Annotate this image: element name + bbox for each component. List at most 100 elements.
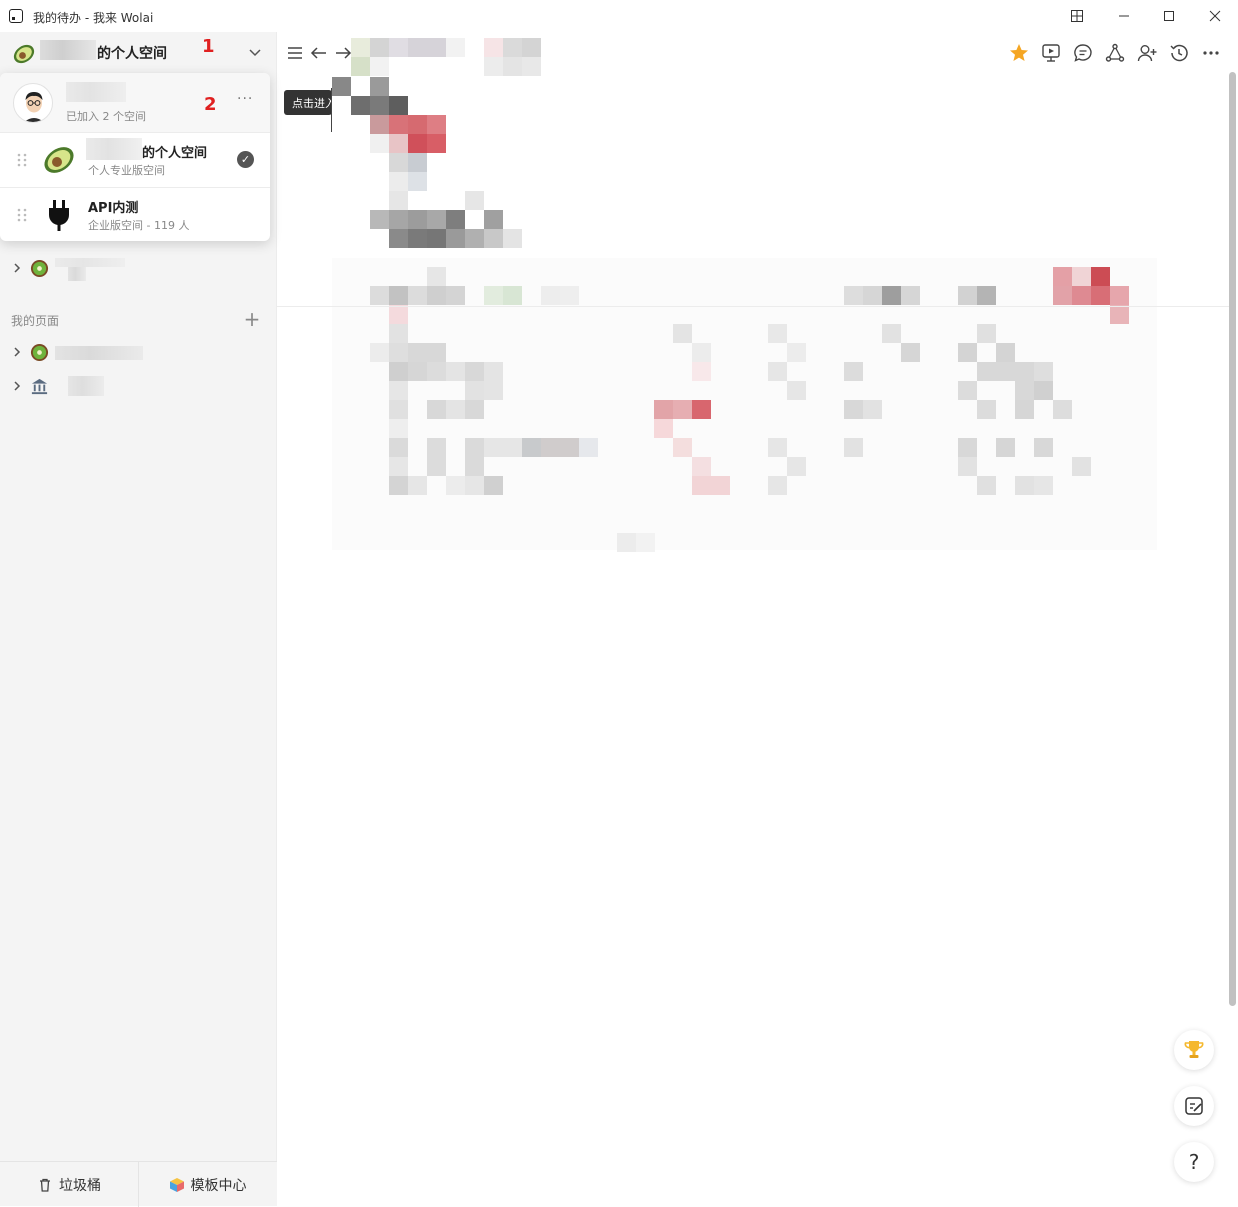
mosaic-cell <box>465 191 484 210</box>
mosaic-cell <box>1053 286 1072 305</box>
mosaic-cell <box>389 286 408 305</box>
edit-note-icon <box>1185 1097 1203 1115</box>
mosaic-cell <box>484 229 503 248</box>
mosaic-cell <box>389 381 408 400</box>
mosaic-cell <box>1034 362 1053 381</box>
mosaic-cell <box>389 419 408 438</box>
mosaic-cell <box>370 96 389 115</box>
mosaic-cell <box>636 533 655 552</box>
mosaic-cell <box>446 286 465 305</box>
mosaic-cell <box>389 400 408 419</box>
mosaic-cell <box>1034 381 1053 400</box>
mosaic-cell <box>389 438 408 457</box>
mosaic-cell <box>996 343 1015 362</box>
edit-note-button[interactable] <box>1174 1086 1214 1126</box>
mosaic-cell <box>560 438 579 457</box>
mosaic-cell <box>844 286 863 305</box>
mosaic-cell <box>996 438 1015 457</box>
tooltip: 点击进入 <box>284 90 332 115</box>
mosaic-cell <box>560 286 579 305</box>
mosaic-cell <box>484 38 503 57</box>
mosaic-cell <box>389 38 408 57</box>
mosaic-cell <box>446 400 465 419</box>
mosaic-cell <box>1072 457 1091 476</box>
mosaic-cell <box>863 400 882 419</box>
mosaic-cell <box>977 286 996 305</box>
mosaic-cell <box>465 400 484 419</box>
redacted-content-mosaic <box>332 38 1157 552</box>
mosaic-cell <box>465 438 484 457</box>
mosaic-cell <box>1072 286 1091 305</box>
mosaic-cell <box>768 438 787 457</box>
mosaic-cell <box>484 362 503 381</box>
mosaic-cell <box>768 324 787 343</box>
mosaic-cell <box>370 57 389 76</box>
mosaic-cell <box>1091 286 1110 305</box>
help-button[interactable]: ? <box>1174 1142 1214 1182</box>
mosaic-cell <box>503 57 522 76</box>
mosaic-cell <box>958 457 977 476</box>
vertical-scrollbar[interactable] <box>1229 72 1236 1006</box>
mosaic-cell <box>389 153 408 172</box>
mosaic-cell <box>654 400 673 419</box>
mosaic-cell <box>389 324 408 343</box>
help-icon: ? <box>1188 1150 1200 1174</box>
mosaic-cell <box>389 96 408 115</box>
mosaic-cell <box>370 115 389 134</box>
mosaic-cell <box>389 172 408 191</box>
mosaic-cell <box>958 343 977 362</box>
trophy-button[interactable] <box>1174 1030 1214 1070</box>
mosaic-cell <box>370 38 389 57</box>
mosaic-cell <box>958 438 977 457</box>
mosaic-cell <box>541 438 560 457</box>
mosaic-cell <box>1015 400 1034 419</box>
mosaic-cell <box>692 400 711 419</box>
mosaic-cell <box>484 476 503 495</box>
mosaic-cell <box>654 419 673 438</box>
page-header-divider <box>277 306 1232 307</box>
mosaic-cell <box>673 438 692 457</box>
trophy-icon <box>1184 1041 1204 1058</box>
mosaic-cell <box>673 400 692 419</box>
mosaic-cell <box>768 476 787 495</box>
mosaic-cell <box>977 362 996 381</box>
mosaic-cell <box>484 381 503 400</box>
mosaic-cell <box>408 286 427 305</box>
mosaic-cell <box>579 438 598 457</box>
mosaic-cell <box>427 343 446 362</box>
mosaic-cell <box>351 38 370 57</box>
mosaic-cell <box>1072 267 1091 286</box>
mosaic-cell <box>844 438 863 457</box>
mosaic-cell <box>427 229 446 248</box>
mosaic-cell <box>977 400 996 419</box>
mosaic-cell <box>541 286 560 305</box>
mosaic-cell <box>408 343 427 362</box>
mosaic-cell <box>1053 267 1072 286</box>
mosaic-cell <box>389 305 408 324</box>
mosaic-cell <box>408 134 427 153</box>
mosaic-cell <box>446 210 465 229</box>
mosaic-cell <box>370 343 389 362</box>
mosaic-cell <box>484 210 503 229</box>
mosaic-cell <box>370 77 389 96</box>
mosaic-cell <box>1053 400 1072 419</box>
mosaic-cell <box>901 286 920 305</box>
mosaic-cell <box>882 286 901 305</box>
mosaic-cell <box>787 381 806 400</box>
mosaic-cell <box>408 210 427 229</box>
mosaic-cell <box>503 286 522 305</box>
mosaic-cell <box>465 457 484 476</box>
mosaic-cell <box>484 57 503 76</box>
mosaic-cell <box>408 172 427 191</box>
mosaic-cell <box>882 324 901 343</box>
mosaic-cell <box>996 362 1015 381</box>
mosaic-cell <box>427 362 446 381</box>
mosaic-cell <box>1110 305 1129 324</box>
mosaic-cell <box>389 210 408 229</box>
mosaic-cell <box>1015 381 1034 400</box>
mosaic-cell <box>1091 267 1110 286</box>
mosaic-cell <box>427 134 446 153</box>
mosaic-cell <box>711 476 730 495</box>
mosaic-cell <box>465 229 484 248</box>
mosaic-cell <box>427 38 446 57</box>
